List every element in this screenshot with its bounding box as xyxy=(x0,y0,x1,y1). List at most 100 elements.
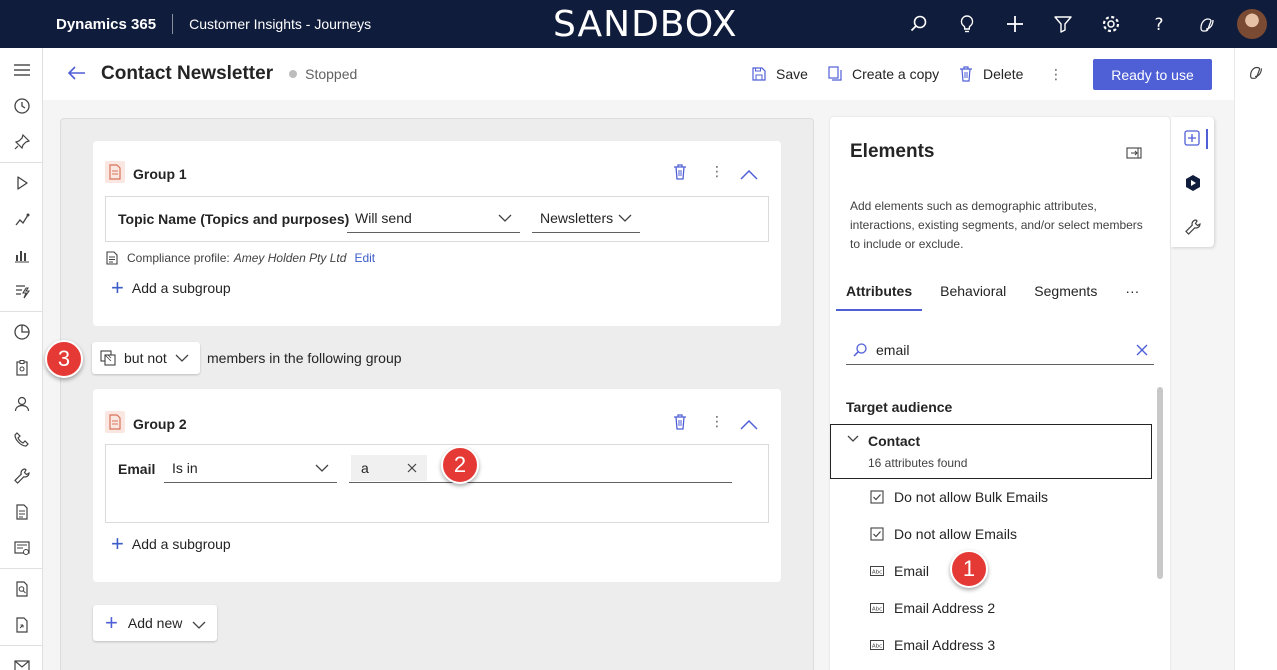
copilot-pane-icon[interactable] xyxy=(1235,48,1277,96)
hamburger-icon[interactable] xyxy=(0,52,43,88)
add-subgroup-button[interactable]: + Add a subgroup xyxy=(111,533,231,555)
chevron-down-icon xyxy=(315,464,329,472)
right-side-pane xyxy=(1234,48,1277,670)
form-icon[interactable] xyxy=(0,530,43,566)
attribute-label: Do not allow Emails xyxy=(894,526,1017,542)
delete-button[interactable]: Delete xyxy=(959,48,1023,100)
lightbulb-icon[interactable] xyxy=(943,0,991,48)
delete-group-icon[interactable] xyxy=(673,414,687,433)
play-icon[interactable] xyxy=(0,165,43,201)
remove-tag-icon[interactable] xyxy=(407,463,417,473)
svg-text:?: ? xyxy=(1154,15,1163,34)
add-new-label: Add new xyxy=(127,615,183,631)
brand-name[interactable]: Dynamics 365 xyxy=(56,16,156,33)
gear-icon[interactable] xyxy=(1087,0,1135,48)
save-icon xyxy=(752,67,766,81)
copilot-icon[interactable] xyxy=(1183,0,1231,48)
journey-icon[interactable] xyxy=(0,201,43,237)
condition-row: Topic Name (Topics and purposes) Will se… xyxy=(105,196,769,242)
elements-scrollbar[interactable] xyxy=(1157,387,1163,579)
document-icon[interactable] xyxy=(0,494,43,530)
help-icon[interactable]: ? xyxy=(1135,0,1183,48)
compliance-prefix: Compliance profile: xyxy=(127,251,230,265)
add-element-icon[interactable] xyxy=(1171,117,1214,161)
add-new-button[interactable]: + Add new xyxy=(93,605,217,641)
value-text: Newsletters xyxy=(540,209,614,226)
search-value: email xyxy=(876,341,910,358)
rail-divider xyxy=(0,568,42,569)
value-dropdown[interactable]: Newsletters xyxy=(532,203,640,233)
attribute-search-input[interactable]: email xyxy=(846,335,1154,365)
analytics-icon[interactable] xyxy=(0,237,43,273)
text-field-icon: Abc xyxy=(870,603,886,613)
avatar[interactable] xyxy=(1237,9,1267,39)
group-more-icon[interactable]: ⋮ xyxy=(710,413,724,430)
search-doc-icon[interactable] xyxy=(0,571,43,607)
plus-icon: + xyxy=(111,531,124,556)
status-dot xyxy=(289,70,298,78)
attribute-item[interactable]: Abc Email Address 3 xyxy=(870,637,995,653)
delete-group-icon[interactable] xyxy=(673,164,687,183)
collapse-chevron-icon[interactable] xyxy=(740,417,758,433)
filter-icon[interactable] xyxy=(1039,0,1087,48)
phone-icon[interactable] xyxy=(0,422,43,458)
search-icon[interactable] xyxy=(895,0,943,48)
value-input[interactable]: a Value xyxy=(349,453,732,483)
chevron-down-icon xyxy=(618,214,632,222)
operator-value: Is in xyxy=(172,459,198,476)
clipboard-icon[interactable] xyxy=(0,350,43,386)
back-arrow-icon[interactable] xyxy=(67,65,89,84)
copilot-play-icon[interactable] xyxy=(1171,161,1214,205)
checkbox-icon xyxy=(870,527,886,541)
clear-search-icon[interactable] xyxy=(1136,344,1148,356)
ready-to-use-button[interactable]: Ready to use xyxy=(1093,59,1212,90)
export-icon[interactable] xyxy=(0,607,43,643)
attribute-item[interactable]: Abc Email Address 2 xyxy=(870,600,995,616)
group-title[interactable]: Group 2 xyxy=(133,416,187,432)
chevron-down-icon xyxy=(498,214,512,222)
mail-icon[interactable] xyxy=(0,648,43,670)
tools-icon[interactable] xyxy=(1171,205,1214,249)
compliance-profile: Compliance profile: Amey Holden Pty Ltd … xyxy=(105,251,375,265)
attribute-item[interactable]: Abc Email xyxy=(870,563,929,579)
contact-entity-group[interactable]: Contact 16 attributes found xyxy=(830,424,1152,479)
group-2-card: Group 2 ⋮ Email Is in a Value + Add a su… xyxy=(93,389,781,582)
app-name[interactable]: Customer Insights - Journeys xyxy=(189,16,371,32)
compliance-profile-name: Amey Holden Pty Ltd xyxy=(233,251,347,265)
plus-icon: + xyxy=(105,610,118,635)
tab-segments[interactable]: Segments xyxy=(1034,281,1097,311)
operator-dropdown[interactable]: Is in xyxy=(164,453,337,483)
chevron-down-icon xyxy=(175,354,189,362)
create-copy-button[interactable]: Create a copy xyxy=(828,48,939,100)
group-operator-dropdown[interactable]: but not xyxy=(92,342,200,374)
add-subgroup-label: Add a subgroup xyxy=(131,536,231,552)
edit-compliance-link[interactable]: Edit xyxy=(354,251,375,265)
recent-icon[interactable] xyxy=(0,88,43,124)
attribute-item[interactable]: Do not allow Bulk Emails xyxy=(870,489,1048,505)
add-subgroup-button[interactable]: + Add a subgroup xyxy=(111,277,231,299)
svg-text:Abc: Abc xyxy=(872,607,882,613)
value-tag-text: a xyxy=(361,459,369,476)
segment-icon[interactable] xyxy=(0,314,43,350)
person-icon[interactable] xyxy=(0,386,43,422)
save-button[interactable]: Save xyxy=(752,48,808,100)
elements-panel: Elements Add elements such as demographi… xyxy=(830,117,1170,670)
elements-tabs: Attributes Behavioral Segments ··· xyxy=(836,281,1139,311)
collapse-chevron-icon[interactable] xyxy=(740,167,758,183)
tab-attributes[interactable]: Attributes xyxy=(836,281,923,311)
plus-icon[interactable] xyxy=(991,0,1039,48)
attribute-item[interactable]: Do not allow Emails xyxy=(870,526,1017,542)
brand-separator xyxy=(172,14,174,34)
collapse-panel-icon[interactable] xyxy=(1126,146,1142,162)
operator-dropdown[interactable]: Will send xyxy=(347,203,520,233)
group-2-header: Group 2 xyxy=(105,411,187,436)
trigger-icon[interactable] xyxy=(0,273,43,309)
wrench-icon[interactable] xyxy=(0,458,43,494)
tab-behavioral[interactable]: Behavioral xyxy=(940,281,1006,311)
tab-more[interactable]: ··· xyxy=(1125,281,1139,311)
text-field-icon: Abc xyxy=(870,640,886,650)
pin-icon[interactable] xyxy=(0,124,43,160)
group-more-icon[interactable]: ⋮ xyxy=(710,163,724,180)
group-title[interactable]: Group 1 xyxy=(133,166,187,182)
more-commands-icon[interactable]: ⋮ xyxy=(1049,48,1063,100)
